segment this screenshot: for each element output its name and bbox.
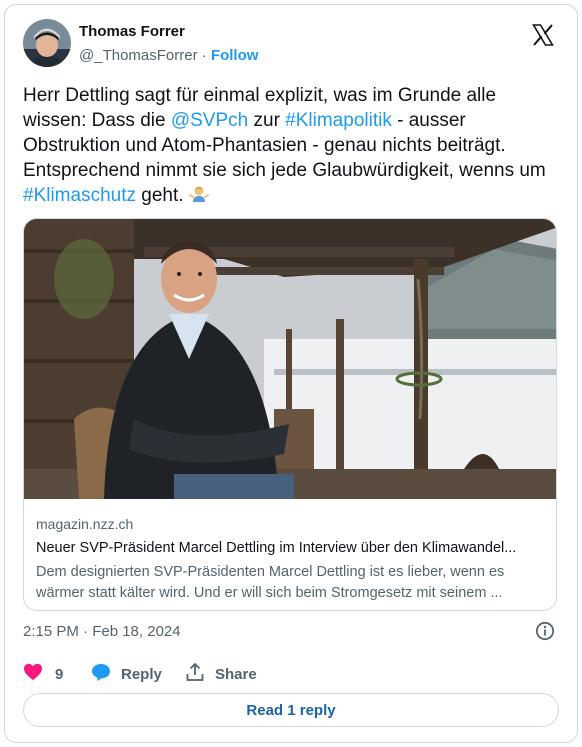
heart-icon bbox=[23, 662, 43, 687]
mention-svpch-link[interactable]: @SVPch bbox=[171, 110, 248, 131]
info-icon[interactable] bbox=[535, 621, 555, 641]
tweet-text-segment: geht. bbox=[136, 185, 189, 206]
timestamp[interactable]: 2:15 PM · Feb 18, 2024 bbox=[23, 623, 181, 640]
separator-dot: · bbox=[201, 47, 207, 64]
tweet-text: Herr Dettling sagt für einmal explizit, … bbox=[23, 83, 563, 208]
man-shrugging-emoji bbox=[188, 184, 209, 204]
tweet-text-segment: zur bbox=[248, 110, 286, 131]
follow-button[interactable]: Follow bbox=[211, 47, 259, 64]
like-count: 9 bbox=[55, 666, 64, 683]
article-image bbox=[24, 219, 556, 499]
reply-label: Reply bbox=[121, 666, 162, 683]
hashtag-klimapolitik-link[interactable]: #Klimapolitik bbox=[285, 110, 392, 131]
hashtag-klimaschutz-link[interactable]: #Klimaschutz bbox=[23, 185, 136, 206]
author-handle[interactable]: @_ThomasForrer bbox=[79, 47, 198, 64]
share-upload-icon bbox=[185, 662, 205, 687]
card-description: Dem designierten SVP-Präsidenten Marcel … bbox=[36, 564, 505, 601]
author-name[interactable]: Thomas Forrer bbox=[79, 23, 185, 40]
card-title: Neuer SVP-Präsident Marcel Dettling im I… bbox=[36, 540, 517, 556]
card-domain: magazin.nzz.ch bbox=[36, 516, 134, 532]
speech-bubble-icon bbox=[91, 662, 111, 687]
x-logo-icon[interactable] bbox=[531, 23, 555, 47]
tweet-card: Thomas Forrer @_ThomasForrer · Follow He… bbox=[4, 4, 578, 743]
read-replies-button[interactable]: Read 1 reply bbox=[23, 693, 559, 727]
avatar[interactable] bbox=[23, 19, 71, 67]
handle-row: @_ThomasForrer · Follow bbox=[79, 47, 258, 64]
share-label: Share bbox=[215, 666, 257, 683]
share-button[interactable]: Share bbox=[185, 662, 257, 687]
action-bar: 9 Reply Share bbox=[23, 662, 563, 686]
link-preview-card[interactable]: magazin.nzz.ch Neuer SVP-Präsident Marce… bbox=[23, 218, 557, 611]
like-button[interactable]: 9 bbox=[23, 662, 63, 687]
reply-button[interactable]: Reply bbox=[91, 662, 162, 687]
